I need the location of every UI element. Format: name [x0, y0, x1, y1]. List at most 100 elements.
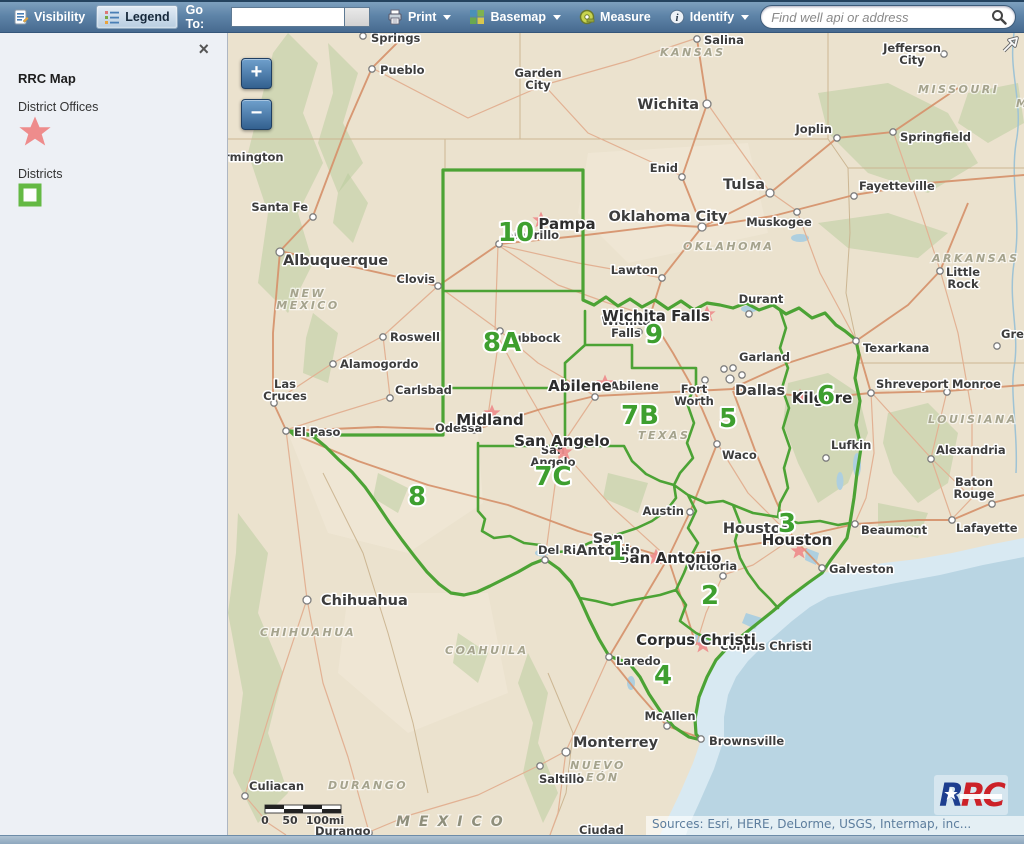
legend-item-districts: Districts [18, 167, 227, 212]
city-label: Durant [739, 292, 784, 306]
identify-button[interactable]: i Identify [662, 6, 756, 28]
print-icon [387, 9, 403, 25]
zoom-out-button[interactable]: − [241, 99, 272, 130]
city-dot [852, 521, 858, 527]
city-dot [766, 189, 774, 197]
city-label: Roswell [390, 330, 440, 344]
city-dot [819, 565, 825, 571]
city-label: Albuquerque [283, 253, 388, 269]
city-label: Brownsville [709, 734, 784, 748]
district-number: 6 [817, 381, 835, 411]
content-area: × RRC Map District Offices Districts [0, 33, 1024, 835]
visibility-label: Visibility [34, 10, 85, 24]
city-dot [694, 36, 700, 42]
city-dot [369, 66, 375, 72]
city-dot [360, 33, 366, 39]
goto-input[interactable] [231, 7, 344, 27]
city-dot [435, 283, 441, 289]
state-label: DURANGO [328, 779, 408, 792]
city-label: Wichita [637, 97, 699, 113]
city-dot [242, 793, 248, 799]
city-label: Carlsbad [395, 383, 452, 397]
zoom-in-button[interactable]: + [241, 58, 272, 89]
city-label: Lafayette [956, 521, 1018, 535]
district-number: 7C [534, 462, 571, 492]
print-caret-icon [443, 15, 451, 20]
measure-button[interactable]: Measure [572, 6, 658, 28]
city-label: Tulsa [723, 177, 765, 193]
state-label: MEXICO [396, 814, 512, 830]
scale-bar [265, 805, 341, 813]
district-number: 9 [645, 320, 663, 350]
state-label: KANSAS [660, 46, 726, 59]
basemap-button[interactable]: Basemap [462, 6, 568, 28]
legend-button[interactable]: Legend [96, 5, 177, 29]
city-label: Waco [722, 448, 757, 462]
city-dot [868, 390, 874, 396]
well-search-input[interactable] [769, 9, 991, 26]
district-number: 1 [608, 537, 626, 567]
district-number: 2 [701, 581, 719, 611]
city-dot [941, 51, 947, 57]
city-label: Salina [704, 33, 744, 47]
scale-label: 50 [282, 814, 298, 827]
map-canvas[interactable]: KANSASMISSOURIOKLAHOMAARKANSASNEWMEXICOT… [228, 33, 1024, 835]
city-dot [834, 135, 840, 141]
city-dot [542, 557, 548, 563]
city-label: Pueblo [380, 63, 425, 77]
state-label: ARKANSAS [931, 252, 1020, 265]
well-search-box [760, 5, 1016, 29]
city-dot [994, 343, 1000, 349]
city-dot [703, 100, 711, 108]
visibility-button[interactable]: Visibility [6, 6, 92, 28]
city-label: Abilene [610, 379, 659, 393]
city-label: Springs [371, 33, 421, 45]
city-dot [310, 214, 316, 220]
goto-input-addon [344, 7, 370, 27]
search-icon[interactable] [991, 9, 1007, 25]
city-dot [387, 395, 393, 401]
city-label: Dallas [735, 383, 785, 399]
map-image: KANSASMISSOURIOKLAHOMAARKANSASNEWMEXICOT… [228, 33, 1024, 835]
close-panel-button[interactable]: × [192, 39, 215, 59]
rrc-logo: RRC [934, 775, 1008, 815]
state-label: OKLAHOMA [683, 240, 774, 253]
basemap-label: Basemap [490, 10, 546, 24]
city-label: McAllen [644, 709, 695, 723]
city-dot [664, 723, 670, 729]
print-button[interactable]: Print [380, 6, 458, 28]
city-label: Santa Fe [251, 200, 308, 214]
city-label: Fayetteville [859, 179, 935, 193]
city-dot [746, 311, 752, 317]
city-dot [890, 129, 896, 135]
city-dot [949, 517, 955, 523]
city-label: Shreveport [876, 377, 949, 391]
district-number: 3 [778, 509, 796, 539]
city-label: Garland [739, 350, 790, 364]
city-label: Joplin [795, 122, 832, 136]
measure-label: Measure [600, 10, 651, 24]
city-dot [730, 365, 736, 371]
city-dot [823, 455, 829, 461]
identify-caret-icon [741, 15, 749, 20]
city-dot [562, 748, 570, 756]
city-dot [698, 736, 704, 742]
city-dot [687, 509, 693, 515]
city-dot [283, 428, 289, 434]
toolbar: Visibility Legend Go To: Print Basemap M… [0, 0, 1024, 33]
visibility-icon [13, 9, 29, 25]
city-label: Galveston [829, 562, 894, 576]
city-label: Culiacan [249, 779, 304, 793]
state-label: COAHUILA [445, 644, 529, 657]
city-label: Oklahoma City [609, 209, 728, 225]
map-attribution: Sources: Esri, HERE, DeLorme, USGS, Inte… [646, 816, 1024, 835]
district-number: 4 [654, 661, 672, 691]
state-label: MISSOURI [918, 83, 999, 96]
state-label: CHIHUAHUA [260, 626, 356, 639]
city-label: Monterrey [573, 735, 659, 751]
city-label: Austin [642, 504, 684, 518]
city-label: Monroe [952, 377, 1001, 391]
expand-map-icon[interactable] [1001, 36, 1019, 54]
city-dot [721, 366, 727, 372]
city-dot [537, 763, 543, 769]
